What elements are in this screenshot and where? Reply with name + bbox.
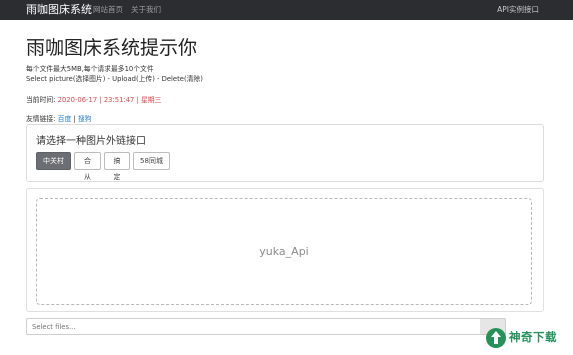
time-separator: | (136, 96, 139, 104)
file-select-input[interactable] (26, 318, 506, 335)
nav-link-home[interactable]: 网站首页 (93, 4, 123, 16)
api-button-hecong[interactable]: 合从 (74, 152, 101, 181)
watermark-logo-icon (486, 328, 506, 348)
current-time: 当前时间: 2020-06-17 | 23:51:47 | 星期三 (26, 96, 161, 105)
friend-link-baidu[interactable]: 百度 (58, 115, 72, 123)
current-weekday: 星期三 (140, 96, 162, 104)
file-dropzone[interactable]: yuka_Api (36, 198, 532, 305)
api-button-58tongcheng[interactable]: 58同城 (133, 152, 170, 170)
top-navbar: 雨咖图床系统 网站首页 关于我们 API实例接口 (0, 0, 573, 20)
api-button-gaoding[interactable]: 搞定 (104, 152, 130, 181)
api-select-heading: 请选择一种图片外链接口 (36, 136, 146, 147)
current-time-label: 当前时间: (26, 96, 56, 104)
brand-title[interactable]: 雨咖图床系统 (26, 3, 92, 17)
watermark: 神奇下载 (485, 323, 573, 353)
api-button-zhongguancun[interactable]: 中关村 (36, 152, 71, 170)
api-button-group: 中关村 合从 搞定 58同城 (36, 152, 170, 181)
friend-link-sogou[interactable]: 搜狗 (78, 115, 92, 123)
page-title: 雨咖图床系统提示你 (26, 37, 198, 59)
friend-links-label: 友情链接: (26, 115, 56, 123)
dropzone-label: yuka_Api (259, 245, 309, 258)
time-separator: | (99, 96, 102, 104)
watermark-text: 神奇下载 (509, 330, 557, 344)
nav-link-api-example[interactable]: API实例接口 (497, 4, 539, 16)
current-clock: 23:51:47 (103, 96, 135, 104)
upload-limits-text: 每个文件最大5MB,每个请求最多10个文件 (26, 65, 154, 73)
current-date: 2020-06-17 (57, 96, 98, 104)
upload-steps-text: Select picture(选择图片) - Upload(上传) - Dele… (26, 75, 203, 83)
friend-links-separator: | (73, 115, 76, 123)
friend-links: 友情链接: 百度 | 搜狗 (26, 115, 91, 124)
nav-link-about[interactable]: 关于我们 (131, 4, 161, 16)
